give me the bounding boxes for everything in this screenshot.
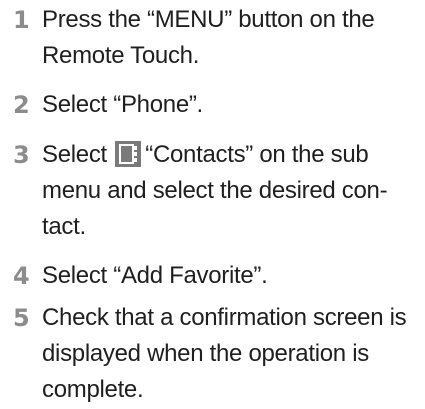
step-line: Press the “MENU” button on the	[42, 6, 375, 33]
step-line: Select “Contacts” on the sub	[42, 137, 417, 173]
step-line: Select “Add Favorite”.	[42, 262, 268, 289]
step-line-prefix: Select	[42, 141, 114, 168]
step-number: 1	[13, 6, 30, 34]
step-line: menu and select the desired con-	[42, 177, 388, 204]
step-text: Select “Phone”.	[42, 87, 417, 123]
step-3: 3 Select “Contacts” on the sub menu and …	[0, 137, 425, 245]
step-line: Remote Touch.	[42, 42, 200, 69]
step-text: Check that a confirmation screen is disp…	[42, 300, 417, 408]
step-number: 2	[13, 91, 30, 119]
step-line: Check that a confirmation screen is	[42, 304, 407, 331]
step-text: Select “Add Favorite”.	[42, 258, 417, 294]
step-2: 2 Select “Phone”.	[0, 87, 425, 123]
step-line: Select “Phone”.	[42, 91, 203, 118]
step-number: 5	[13, 304, 30, 332]
contacts-icon	[115, 141, 142, 167]
step-4: 4 Select “Add Favorite”.	[0, 258, 425, 294]
step-1: 1 Press the “MENU” button on the Remote …	[0, 2, 425, 74]
step-number: 4	[13, 262, 30, 290]
step-number: 3	[13, 141, 30, 169]
step-line-suffix: “Contacts” on the sub	[145, 141, 369, 168]
step-line: tact.	[42, 213, 86, 240]
step-text: Select “Contacts” on the sub menu and se…	[42, 137, 417, 245]
step-line: displayed when the operation is	[42, 340, 369, 367]
step-text: Press the “MENU” button on the Remote To…	[42, 2, 417, 74]
step-line: complete.	[42, 376, 144, 403]
step-5: 5 Check that a confirmation screen is di…	[0, 300, 425, 408]
